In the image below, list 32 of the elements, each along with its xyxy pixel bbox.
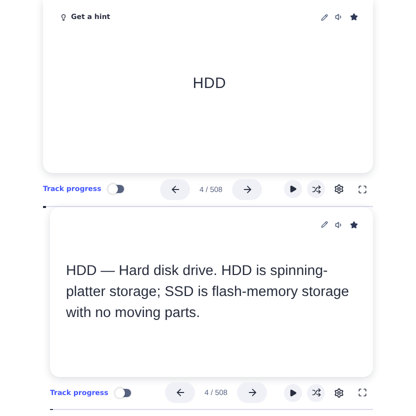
settings-icon: [334, 184, 344, 194]
play-button[interactable]: [284, 180, 302, 198]
settings-icon: [334, 388, 344, 398]
card-definition: HDD — Hard disk drive. HDD is spinning-platter storage; SSD is flash-memory storage with no moving parts.: [66, 262, 350, 322]
lightbulb-icon: [60, 14, 67, 20]
track-progress-toggle[interactable]: [116, 388, 132, 396]
shuffle-icon: [312, 184, 320, 194]
star-icon: [350, 220, 358, 228]
previous-button[interactable]: [160, 178, 190, 200]
speaker-icon: [335, 220, 343, 228]
next-button[interactable]: [232, 178, 262, 200]
star-icon: [350, 13, 358, 21]
play-icon: [289, 185, 297, 193]
flashcard[interactable]: HDD — Hard disk drive. HDD is spinning-platter storage; SSD is flash-memory storage with no moving parts.: [50, 206, 373, 376]
arrow-left-icon: [170, 184, 180, 194]
speaker-icon: [335, 13, 343, 21]
track-progress-toggle[interactable]: [109, 185, 124, 193]
next-button[interactable]: [237, 382, 267, 403]
fullscreen-icon: [358, 388, 366, 397]
arrow-left-icon: [174, 387, 186, 398]
fullscreen-icon: [358, 184, 366, 194]
arrow-right-icon: [246, 387, 258, 398]
pencil-icon: [320, 14, 328, 20]
shuffle-icon: [312, 388, 320, 397]
arrow-right-icon: [242, 184, 252, 194]
card-term: HDD: [192, 74, 228, 94]
play-icon: [289, 388, 297, 396]
play-button[interactable]: [284, 384, 302, 402]
shuffle-button[interactable]: [307, 384, 325, 402]
pencil-icon: [320, 221, 328, 228]
previous-button[interactable]: [165, 382, 195, 403]
shuffle-button[interactable]: [307, 180, 325, 198]
